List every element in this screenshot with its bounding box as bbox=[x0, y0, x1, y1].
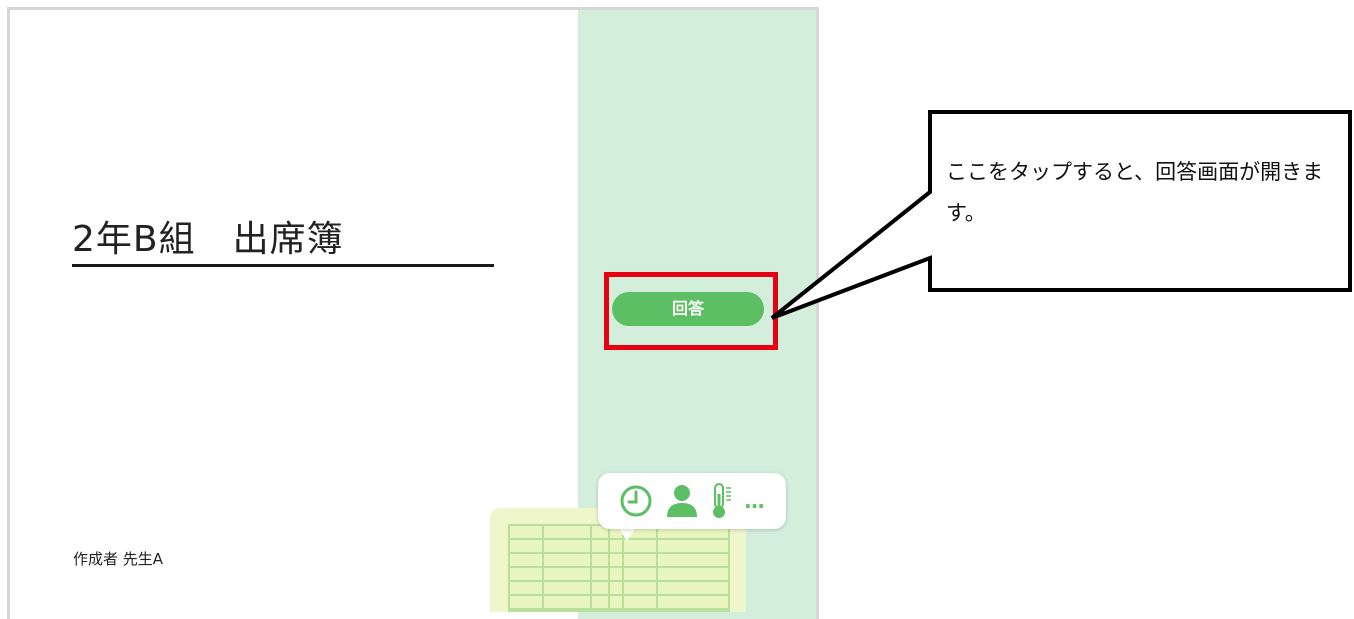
illustration-icon-bubble: … bbox=[598, 473, 786, 529]
more-icon: … bbox=[744, 489, 766, 513]
thermometer-icon bbox=[712, 483, 731, 518]
illustration-bubble-tail bbox=[618, 527, 636, 541]
form-title: 2年B組 出席簿 bbox=[72, 219, 344, 260]
clock-icon bbox=[620, 485, 651, 517]
form-author: 作成者 先生A bbox=[73, 550, 164, 568]
callout-text: ここをタップすると、回答画面が開きます。 bbox=[946, 160, 1324, 225]
title-underline bbox=[72, 264, 494, 267]
person-icon bbox=[666, 485, 697, 517]
answer-button-highlight bbox=[604, 272, 778, 350]
